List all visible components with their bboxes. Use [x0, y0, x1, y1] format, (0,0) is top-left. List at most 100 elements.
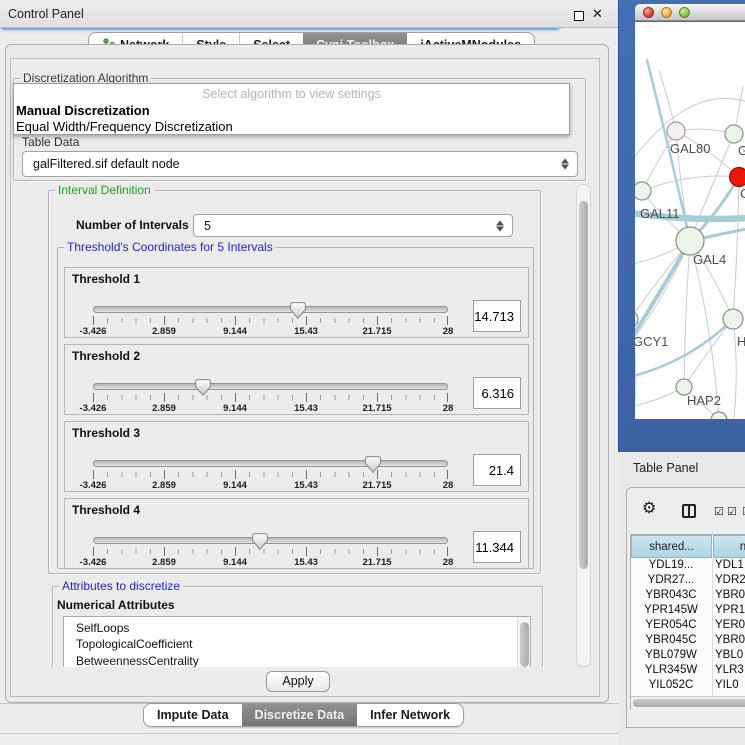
- application-window: Control Panel ✕ Network Style Select Cyn…: [0, 0, 745, 745]
- slider-track[interactable]: [93, 383, 448, 390]
- table-row[interactable]: YPR145W YPR1: [631, 603, 745, 618]
- threshold-slider[interactable]: -3.426 2.859 9.144 15.43 21.715 28: [93, 453, 448, 493]
- table-cell[interactable]: YDL1: [715, 558, 745, 573]
- network-node[interactable]: [725, 125, 743, 143]
- table-cell[interactable]: YPR1: [715, 603, 745, 618]
- threshold-panel: Threshold 1: [64, 267, 529, 338]
- interval-definition-title: Interval Definition: [55, 184, 154, 197]
- network-node[interactable]: [635, 182, 651, 200]
- dropdown-item-equal-width-frequency[interactable]: Equal Width/Frequency Discretization: [14, 119, 569, 135]
- slider-tick-labels: -3.426 2.859 9.144 15.43 21.715 28: [93, 403, 448, 414]
- control-panel-title: Control Panel: [8, 7, 84, 21]
- table-cell[interactable]: YBL0: [715, 648, 745, 663]
- table-row[interactable]: YLR345W YLR3: [631, 663, 745, 678]
- network-view-window: GAL80GACGAL11GAL4GCY1HHAP2: [635, 4, 745, 418]
- table-data-combobox[interactable]: galFiltered.sif default node: [22, 151, 578, 177]
- slider-track[interactable]: [93, 460, 448, 467]
- network-node[interactable]: [730, 168, 745, 187]
- scrollbar-thumb[interactable]: [520, 622, 529, 667]
- network-node-label: GA: [738, 143, 745, 158]
- table-cell[interactable]: YBL079W: [631, 648, 711, 663]
- attribute-list-item[interactable]: BetweennessCentrality: [64, 653, 530, 667]
- status-strip: [0, 734, 618, 745]
- table-cell[interactable]: YIL0: [715, 678, 745, 693]
- slider-track[interactable]: [93, 306, 448, 313]
- table-row[interactable]: YBR043C YBR0: [631, 588, 745, 603]
- table-cell[interactable]: YPR145W: [631, 603, 711, 618]
- table-row[interactable]: YDR27... YDR2: [631, 573, 745, 588]
- close-traffic-light-icon[interactable]: [643, 7, 654, 18]
- network-canvas[interactable]: GAL80GACGAL11GAL4GCY1HHAP2: [635, 22, 745, 419]
- minimize-traffic-light-icon[interactable]: [661, 7, 672, 18]
- network-node-label: C: [740, 186, 745, 201]
- table-cell[interactable]: YBR043C: [631, 588, 711, 603]
- table-cell[interactable]: YBR0: [715, 588, 745, 603]
- slider-ticks: [93, 316, 448, 325]
- slider-ticks: [93, 547, 448, 556]
- checkbox-icon[interactable]: ☑: [714, 505, 724, 518]
- attribute-list-item[interactable]: SelfLoops: [64, 620, 530, 636]
- network-nodes[interactable]: [635, 122, 745, 419]
- table-panel: Table Panel ⚙ ☑ ☑ ☑ shared... n YDL19...: [618, 452, 745, 745]
- threshold-slider[interactable]: -3.426 2.859 9.144 15.43 21.715 28: [93, 530, 448, 570]
- table-toolbar: ⚙ ☑ ☑ ☑: [627, 488, 745, 532]
- table-cell[interactable]: YLR345W: [631, 663, 711, 678]
- threshold-value-field[interactable]: 21.4: [473, 454, 521, 486]
- settings-vertical-scrollbar[interactable]: [576, 184, 591, 667]
- network-node[interactable]: [711, 412, 727, 419]
- control-panel: Control Panel ✕ Network Style Select Cyn…: [0, 0, 618, 745]
- network-node[interactable]: [676, 227, 704, 255]
- table-cell[interactable]: YIL052C: [631, 678, 711, 693]
- table-cell[interactable]: YLR3: [715, 663, 745, 678]
- settings-scroll-viewport: Interval Definition Number of Intervals …: [14, 184, 576, 667]
- close-icon[interactable]: ✕: [592, 6, 603, 22]
- network-node[interactable]: [723, 309, 743, 329]
- scrollbar-thumb[interactable]: [633, 699, 745, 707]
- table-row[interactable]: YBL079W YBL0: [631, 648, 745, 663]
- network-node[interactable]: [667, 122, 685, 140]
- table-cell[interactable]: YDL19...: [631, 558, 711, 573]
- table-row[interactable]: YBR045C YBR0: [631, 633, 745, 648]
- tab-impute-data[interactable]: Impute Data: [144, 704, 242, 726]
- scrollbar-thumb[interactable]: [579, 201, 588, 569]
- table-row[interactable]: YER054C YER0: [631, 618, 745, 633]
- threshold-slider[interactable]: -3.426 2.859 9.144 15.43 21.715 28: [93, 299, 448, 339]
- network-window-titlebar[interactable]: [635, 4, 745, 21]
- gear-icon[interactable]: ⚙: [642, 501, 656, 517]
- tab-discretize-data[interactable]: Discretize Data: [242, 704, 358, 726]
- threshold-value-field[interactable]: 14.713: [473, 300, 521, 332]
- network-node-label: H: [737, 334, 745, 349]
- threshold-value-field[interactable]: 6.316: [473, 377, 521, 409]
- threshold-label: Threshold 1: [72, 272, 140, 286]
- zoom-traffic-light-icon[interactable]: [679, 7, 690, 18]
- table-cell[interactable]: YBR0: [715, 633, 745, 648]
- thresholds-group-title: Threshold's Coordinates for 5 Intervals: [64, 240, 276, 254]
- column-header-name[interactable]: n: [713, 535, 745, 558]
- checkbox-icon[interactable]: ☑: [727, 505, 737, 518]
- algorithm-placeholder: Select algorithm to view settings: [14, 84, 569, 103]
- attribute-list-item[interactable]: TopologicalCoefficient: [64, 636, 530, 652]
- table-cell[interactable]: YDR27...: [631, 573, 711, 588]
- dropdown-item-manual-discretization[interactable]: Manual Discretization: [14, 103, 569, 119]
- apply-button[interactable]: Apply: [266, 671, 330, 692]
- threshold-panel: Threshold 3: [64, 421, 529, 492]
- combo-stepper-icon: [561, 158, 569, 171]
- threshold-value-field[interactable]: 11.344: [473, 531, 521, 563]
- split-view-icon[interactable]: [682, 504, 696, 518]
- threshold-slider[interactable]: -3.426 2.859 9.144 15.43 21.715 28: [93, 376, 448, 416]
- table-row[interactable]: YIL052C YIL0: [631, 678, 745, 693]
- table-cell[interactable]: YER054C: [631, 618, 711, 633]
- tab-infer-network[interactable]: Infer Network: [357, 704, 463, 726]
- column-header-shared-name[interactable]: shared...: [631, 535, 712, 558]
- table-row[interactable]: YDL19... YDL1: [631, 558, 745, 573]
- table-horizontal-scrollbar[interactable]: [631, 696, 745, 709]
- node-attribute-table: shared... n YDL19... YDL1 YDR27... YDR2: [630, 534, 745, 709]
- float-window-icon[interactable]: [574, 11, 584, 21]
- table-cell[interactable]: YDR2: [715, 573, 745, 588]
- table-cell[interactable]: YER0: [715, 618, 745, 633]
- attributes-list-scrollbar[interactable]: [517, 617, 530, 667]
- slider-tick-labels: -3.426 2.859 9.144 15.43 21.715 28: [93, 326, 448, 337]
- table-cell[interactable]: YBR045C: [631, 633, 711, 648]
- number-of-intervals-combobox[interactable]: 5: [193, 214, 513, 237]
- slider-track[interactable]: [93, 537, 448, 544]
